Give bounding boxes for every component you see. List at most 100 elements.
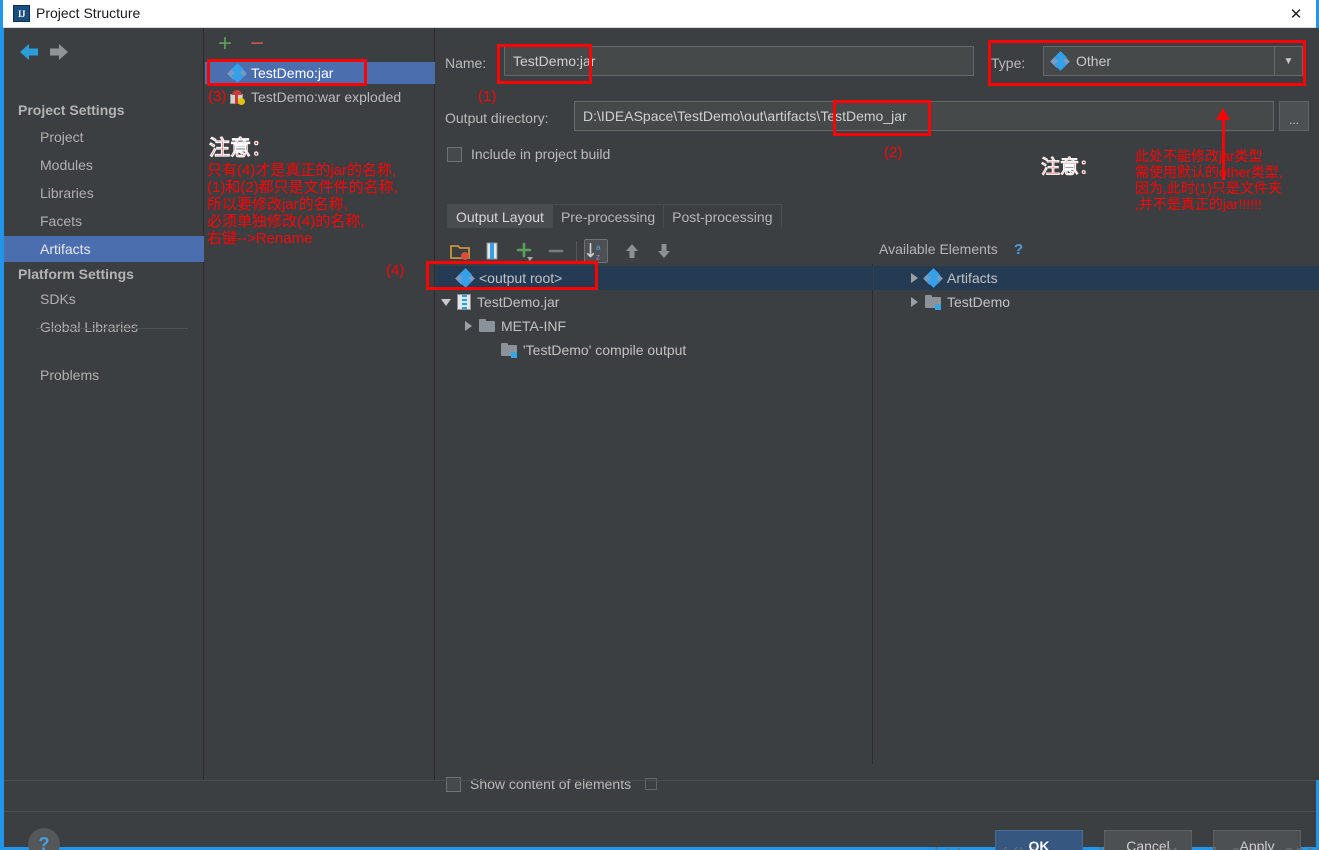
tree-row-artifacts[interactable]: Artifacts bbox=[874, 266, 1319, 290]
output-directory-value: D:\IDEASpace\TestDemo\out\artifacts\Test… bbox=[583, 108, 907, 124]
tree-row-label: Artifacts bbox=[947, 270, 998, 286]
twisty-placeholder bbox=[440, 271, 454, 285]
remove-artifact-button[interactable]: − bbox=[246, 32, 268, 56]
add-directory-icon[interactable] bbox=[448, 239, 472, 263]
sidebar-item-sdks[interactable]: SDKs bbox=[4, 286, 204, 312]
sidebar-group-platform-settings: Platform Settings bbox=[18, 266, 134, 282]
tree-row-label: META-INF bbox=[501, 318, 567, 334]
output-directory-input[interactable]: D:\IDEASpace\TestDemo\out\artifacts\Test… bbox=[574, 101, 1274, 131]
title-bar: IJ Project Structure ✕ bbox=[0, 0, 1319, 28]
sidebar-item-artifacts[interactable]: Artifacts bbox=[4, 236, 204, 262]
output-layout-toolbar: a z bbox=[442, 236, 882, 266]
artifact-diamond-icon bbox=[455, 268, 475, 288]
type-select[interactable]: Other ▼ bbox=[1043, 46, 1303, 76]
artifact-item-label: TestDemo:jar bbox=[251, 65, 334, 81]
include-in-project-build-label: Include in project build bbox=[471, 146, 611, 162]
output-directory-label: Output directory: bbox=[445, 110, 549, 126]
available-elements-help-icon[interactable]: ? bbox=[1014, 241, 1023, 258]
sidebar-item-global-libraries[interactable]: Global Libraries bbox=[4, 314, 204, 340]
close-icon[interactable]: ✕ bbox=[1273, 0, 1319, 28]
show-content-of-elements-checkbox[interactable]: Show content of elements bbox=[446, 776, 658, 792]
svg-text:a: a bbox=[596, 243, 601, 252]
output-layout-tree: <output root> TestDemo.jar META-INF 'Tes… bbox=[436, 264, 873, 764]
panel-divider-top bbox=[4, 780, 1316, 781]
sidebar-divider bbox=[36, 328, 188, 329]
browse-output-directory-button[interactable]: ... bbox=[1279, 101, 1309, 131]
module-folder-icon bbox=[925, 295, 941, 310]
add-copy-icon[interactable] bbox=[512, 239, 536, 263]
artifact-diamond-icon bbox=[923, 268, 943, 288]
add-archive-icon[interactable] bbox=[480, 239, 504, 263]
tab-pre-processing[interactable]: Pre-processing bbox=[551, 204, 665, 228]
chevron-right-icon[interactable] bbox=[908, 271, 922, 285]
tree-row-label: <output root> bbox=[479, 270, 563, 286]
folder-icon bbox=[479, 319, 495, 333]
tree-row-testdemo-compile-output[interactable]: 'TestDemo' compile output bbox=[436, 338, 873, 362]
tab-post-processing[interactable]: Post-processing bbox=[663, 204, 782, 228]
chevron-right-icon[interactable] bbox=[462, 319, 476, 333]
sidebar-item-problems[interactable]: Problems bbox=[4, 362, 204, 388]
add-artifact-button[interactable]: + bbox=[214, 32, 236, 56]
artifacts-toolbar: + − bbox=[205, 32, 435, 60]
settings-sidebar: Project Settings Platform Settings Proje… bbox=[4, 28, 204, 780]
annotation-marker-2: (2) bbox=[884, 144, 903, 161]
annotation-marker-4: (4) bbox=[386, 262, 405, 279]
available-elements-title: Available Elements bbox=[879, 241, 998, 257]
tree-row-label: 'TestDemo' compile output bbox=[523, 342, 687, 358]
nav-arrows bbox=[16, 40, 96, 66]
sidebar-item-modules[interactable]: Modules bbox=[4, 152, 204, 178]
chevron-down-icon[interactable] bbox=[440, 295, 454, 309]
tree-row-output-root[interactable]: <output root> bbox=[436, 266, 873, 290]
sidebar-item-libraries[interactable]: Libraries bbox=[4, 180, 204, 206]
tree-row-meta-inf[interactable]: META-INF bbox=[436, 314, 873, 338]
remove-icon[interactable] bbox=[544, 239, 568, 263]
tree-row-testdemo-jar[interactable]: TestDemo.jar bbox=[436, 290, 873, 314]
sidebar-item-facets[interactable]: Facets bbox=[4, 208, 204, 234]
tree-row-label: TestDemo bbox=[947, 294, 1011, 310]
watermark: https://blog.csdn.net/MuscleCoder2018 bbox=[934, 846, 1319, 850]
sort-alphabetically-icon[interactable]: a z bbox=[584, 239, 608, 263]
window-title: Project Structure bbox=[36, 5, 141, 21]
tree-row-label: TestDemo.jar bbox=[477, 294, 560, 310]
annotation-marker-3: (3) bbox=[208, 88, 227, 105]
name-input-value: TestDemo:jar bbox=[513, 53, 596, 69]
artifact-item-testdemo-war-exploded[interactable]: TestDemo:war exploded bbox=[205, 86, 435, 108]
dialog-body: Project Settings Platform Settings Proje… bbox=[0, 28, 1319, 850]
sidebar-group-project-settings: Project Settings bbox=[18, 102, 125, 118]
show-content-of-elements-label: Show content of elements bbox=[470, 776, 632, 792]
app-icon: IJ bbox=[13, 5, 30, 22]
type-select-value: Other bbox=[1076, 53, 1112, 69]
sidebar-item-project[interactable]: Project bbox=[4, 124, 204, 150]
app-icon-label: IJ bbox=[17, 8, 26, 19]
chevron-down-icon[interactable]: ▼ bbox=[1274, 47, 1302, 75]
arrow-right-icon[interactable] bbox=[46, 40, 72, 64]
project-structure-dialog: IJ Project Structure ✕ Project Settings … bbox=[0, 0, 1319, 850]
artifact-tabs: Output Layout Pre-processing Post-proces… bbox=[447, 204, 782, 228]
name-label: Name: bbox=[445, 55, 487, 71]
jar-icon bbox=[457, 294, 471, 310]
artifact-item-label: TestDemo:war exploded bbox=[251, 89, 402, 105]
name-input[interactable]: TestDemo:jar bbox=[504, 46, 974, 76]
help-button[interactable]: ? bbox=[28, 828, 60, 850]
annotation-left-note-title: 注意： bbox=[209, 136, 272, 160]
artifact-item-testdemo-jar[interactable]: TestDemo:jar bbox=[205, 62, 435, 84]
move-up-icon[interactable] bbox=[620, 239, 644, 263]
footer-divider bbox=[4, 811, 1316, 812]
gift-icon bbox=[229, 89, 245, 105]
artifact-editor-panel: Name: TestDemo:jar Type: Other ▼ Output … bbox=[436, 28, 1319, 792]
tab-output-layout[interactable]: Output Layout bbox=[447, 204, 553, 228]
annotation-marker-1: (1) bbox=[478, 88, 497, 105]
move-down-icon[interactable] bbox=[652, 239, 676, 263]
tree-row-testdemo-module[interactable]: TestDemo bbox=[874, 290, 1319, 314]
available-elements-tree: Artifacts TestDemo bbox=[874, 264, 1319, 764]
artifact-diamond-icon bbox=[1050, 51, 1070, 71]
type-label: Type: bbox=[991, 55, 1026, 71]
module-folder-icon bbox=[501, 343, 517, 358]
chevron-right-icon[interactable] bbox=[908, 295, 922, 309]
artifact-diamond-icon bbox=[227, 63, 247, 83]
annotation-right-note-body: 此处不能修改jar类型 需使用默认的other类型, 因为,此时(1)只是文件夹… bbox=[1135, 148, 1283, 212]
include-in-project-build-checkbox[interactable]: Include in project build bbox=[447, 146, 610, 162]
annotation-right-note-title: 注意： bbox=[1041, 157, 1099, 178]
arrow-left-icon[interactable] bbox=[16, 40, 42, 64]
svg-text:z: z bbox=[596, 252, 600, 261]
